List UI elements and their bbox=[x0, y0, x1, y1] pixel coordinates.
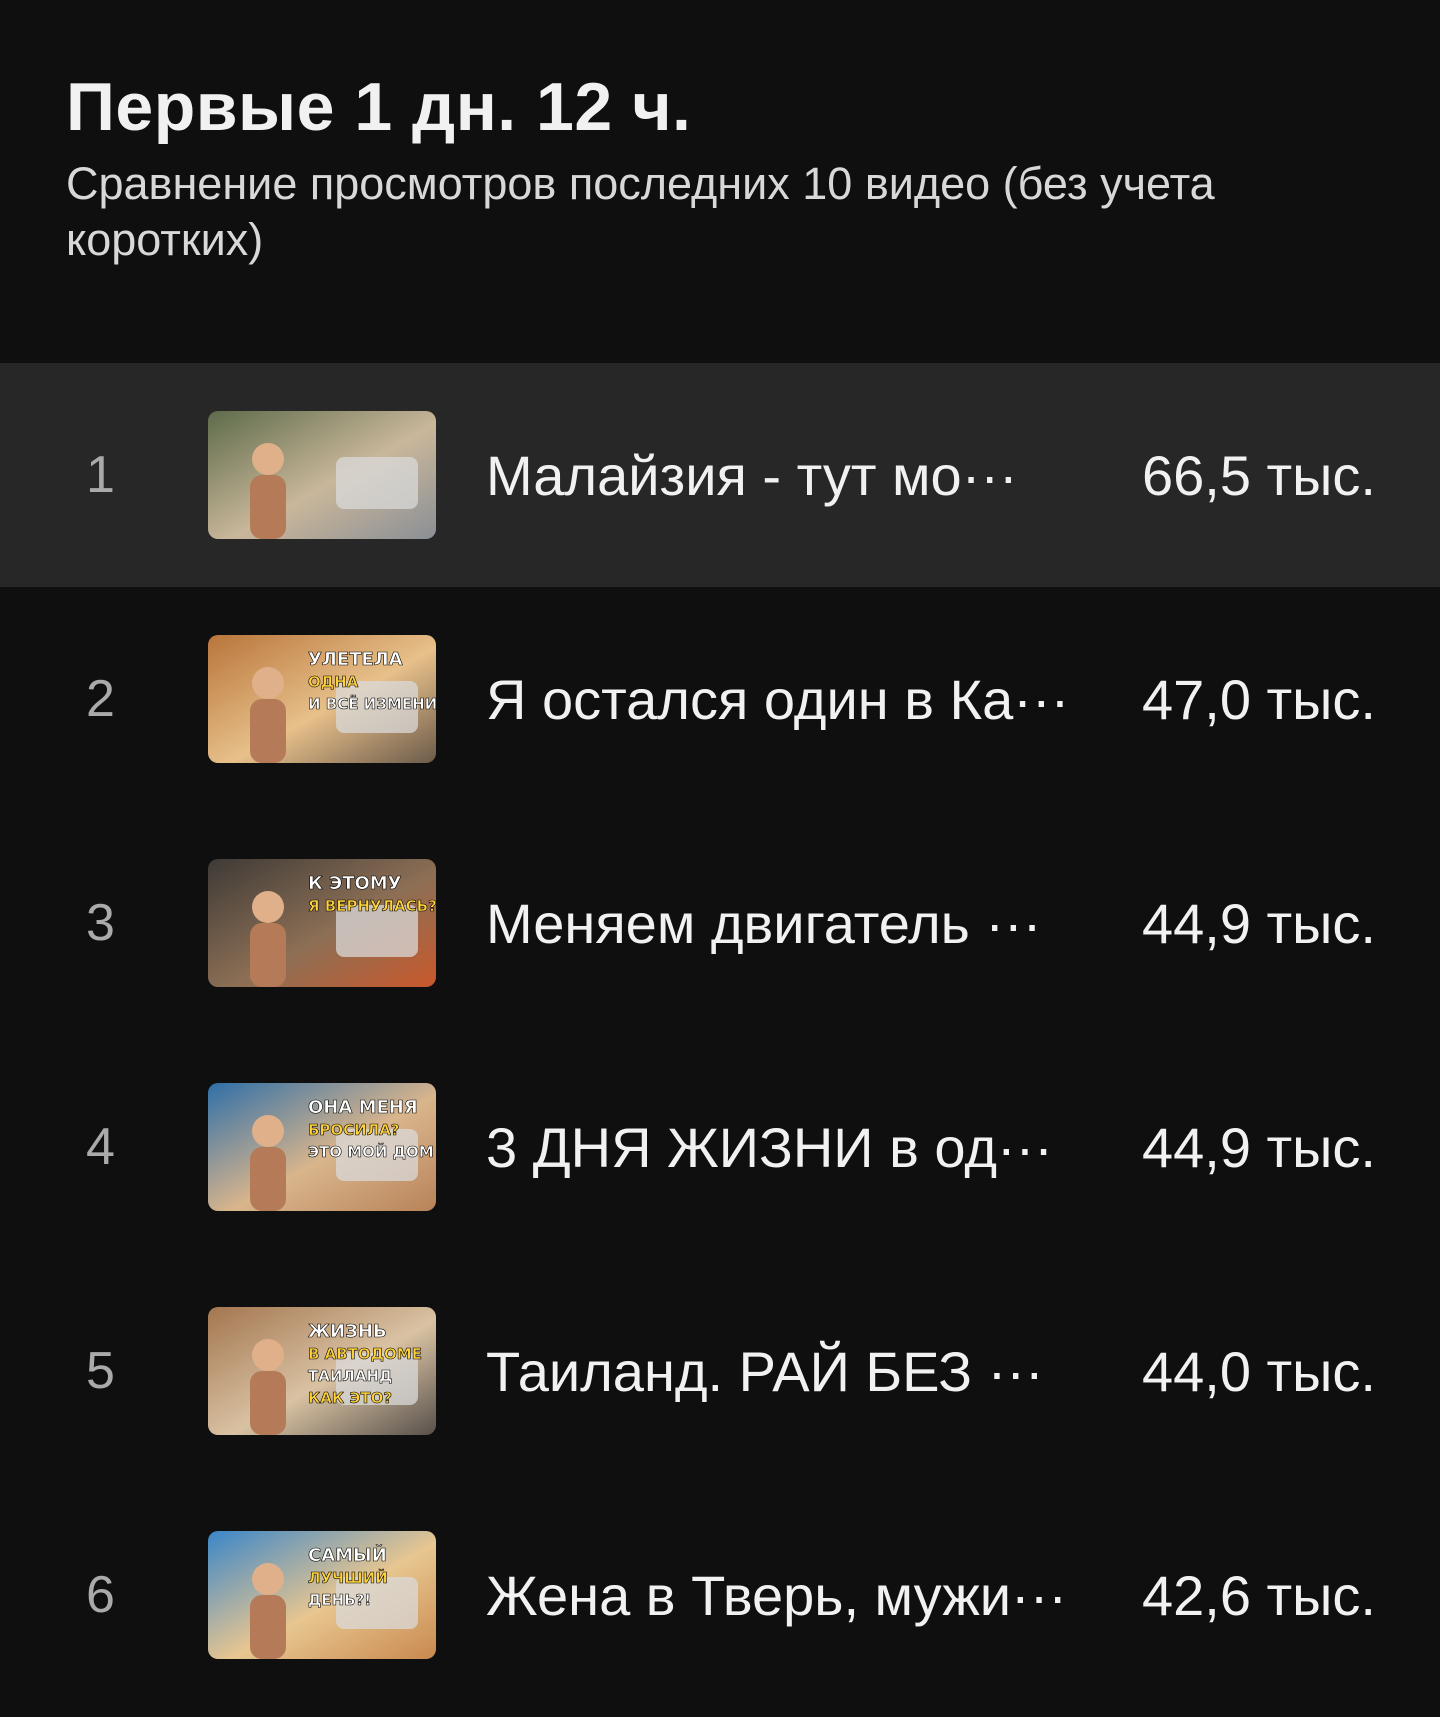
svg-text:УЛЕТЕЛА: УЛЕТЕЛА bbox=[308, 649, 403, 670]
svg-text:ОНА МЕНЯ: ОНА МЕНЯ bbox=[308, 1097, 418, 1118]
video-views: 44,9 тыс. bbox=[1141, 1115, 1376, 1179]
svg-text:В АВТОДОМЕ: В АВТОДОМЕ bbox=[308, 1345, 422, 1363]
video-title[interactable]: Я остался один в Ка··· bbox=[486, 667, 1086, 732]
video-row[interactable]: 3 К ЭТОМУ Я ВЕРНУЛАСЬ? Меняем двигатель ···… bbox=[0, 811, 1440, 1035]
svg-text:БРОСИЛА?: БРОСИЛА? bbox=[308, 1121, 400, 1139]
svg-text:И ВСЁ ИЗМЕНИЛОСЬ: И ВСЁ ИЗМЕНИЛОСЬ bbox=[308, 694, 436, 713]
svg-text:ДЕНЬ?!: ДЕНЬ?! bbox=[308, 1591, 371, 1609]
video-thumbnail[interactable] bbox=[208, 411, 436, 539]
svg-text:Я ВЕРНУЛАСЬ?: Я ВЕРНУЛАСЬ? bbox=[308, 897, 436, 915]
video-views: 44,0 тыс. bbox=[1141, 1339, 1376, 1403]
video-title[interactable]: Малайзия - тут мо··· bbox=[486, 443, 1086, 508]
video-row[interactable]: 5 ЖИЗНЬ В АВТОДОМЕ ТАИЛАНД КАК ЭТО? Таиланд. … bbox=[0, 1259, 1440, 1483]
video-list: 1 Малайзия - тут мо··· 66,5 тыс. 2 УЛЕТЕЛА ОД… bbox=[0, 363, 1440, 1707]
video-row[interactable]: 2 УЛЕТЕЛА ОДНА И ВСЁ ИЗМЕНИЛОСЬ Я остался од… bbox=[0, 587, 1440, 811]
video-thumbnail[interactable]: К ЭТОМУ Я ВЕРНУЛАСЬ? bbox=[208, 859, 436, 987]
svg-text:ОДНА: ОДНА bbox=[308, 673, 359, 691]
video-title[interactable]: Меняем двигатель ··· bbox=[486, 891, 1086, 956]
page-subtitle: Сравнение просмотров последних 10 видео … bbox=[66, 158, 1215, 265]
video-thumbnail[interactable]: САМЫЙ ЛУЧШИЙ ДЕНЬ?! bbox=[208, 1531, 436, 1659]
video-views: 66,5 тыс. bbox=[1141, 443, 1376, 507]
video-thumbnail[interactable]: ОНА МЕНЯ БРОСИЛА? ЭТО МОЙ ДОМ bbox=[208, 1083, 436, 1211]
svg-text:ТАИЛАНД: ТАИЛАНД bbox=[308, 1367, 392, 1385]
video-rank: 3 bbox=[86, 894, 115, 952]
video-row[interactable]: 1 Малайзия - тут мо··· 66,5 тыс. bbox=[0, 363, 1440, 587]
video-rank: 5 bbox=[86, 1342, 115, 1400]
video-views: 42,6 тыс. bbox=[1141, 1563, 1376, 1627]
video-rank: 1 bbox=[86, 446, 115, 504]
video-row[interactable]: 4 ОНА МЕНЯ БРОСИЛА? ЭТО МОЙ ДОМ 3 ДНЯ ЖИЗНИ … bbox=[0, 1035, 1440, 1259]
video-rank: 6 bbox=[86, 1566, 115, 1624]
video-row[interactable]: 6 САМЫЙ ЛУЧШИЙ ДЕНЬ?! Жена в Тверь, мужи··· 4… bbox=[0, 1483, 1440, 1707]
video-rank: 4 bbox=[86, 1118, 115, 1176]
svg-text:К ЭТОМУ: К ЭТОМУ bbox=[308, 873, 402, 894]
page-title: Первые 1 дн. 12 ч. bbox=[66, 69, 692, 145]
video-thumbnail[interactable]: ЖИЗНЬ В АВТОДОМЕ ТАИЛАНД КАК ЭТО? bbox=[208, 1307, 436, 1435]
video-views: 44,9 тыс. bbox=[1141, 891, 1376, 955]
video-views: 47,0 тыс. bbox=[1141, 667, 1376, 731]
video-title[interactable]: Таиланд. РАЙ БЕЗ ··· bbox=[486, 1339, 1086, 1404]
header: Первые 1 дн. 12 ч. Сравнение просмотров … bbox=[0, 0, 1440, 300]
svg-text:ЭТО МОЙ ДОМ: ЭТО МОЙ ДОМ bbox=[308, 1142, 434, 1161]
svg-text:ЛУЧШИЙ: ЛУЧШИЙ bbox=[308, 1568, 388, 1587]
video-thumbnail[interactable]: УЛЕТЕЛА ОДНА И ВСЁ ИЗМЕНИЛОСЬ bbox=[208, 635, 436, 763]
video-rank: 2 bbox=[86, 670, 115, 728]
video-title[interactable]: 3 ДНЯ ЖИЗНИ в од··· bbox=[486, 1115, 1086, 1180]
svg-text:КАК ЭТО?: КАК ЭТО? bbox=[308, 1389, 392, 1407]
video-title[interactable]: Жена в Тверь, мужи··· bbox=[486, 1563, 1086, 1628]
svg-text:ЖИЗНЬ: ЖИЗНЬ bbox=[308, 1321, 387, 1342]
svg-text:САМЫЙ: САМЫЙ bbox=[308, 1544, 387, 1566]
